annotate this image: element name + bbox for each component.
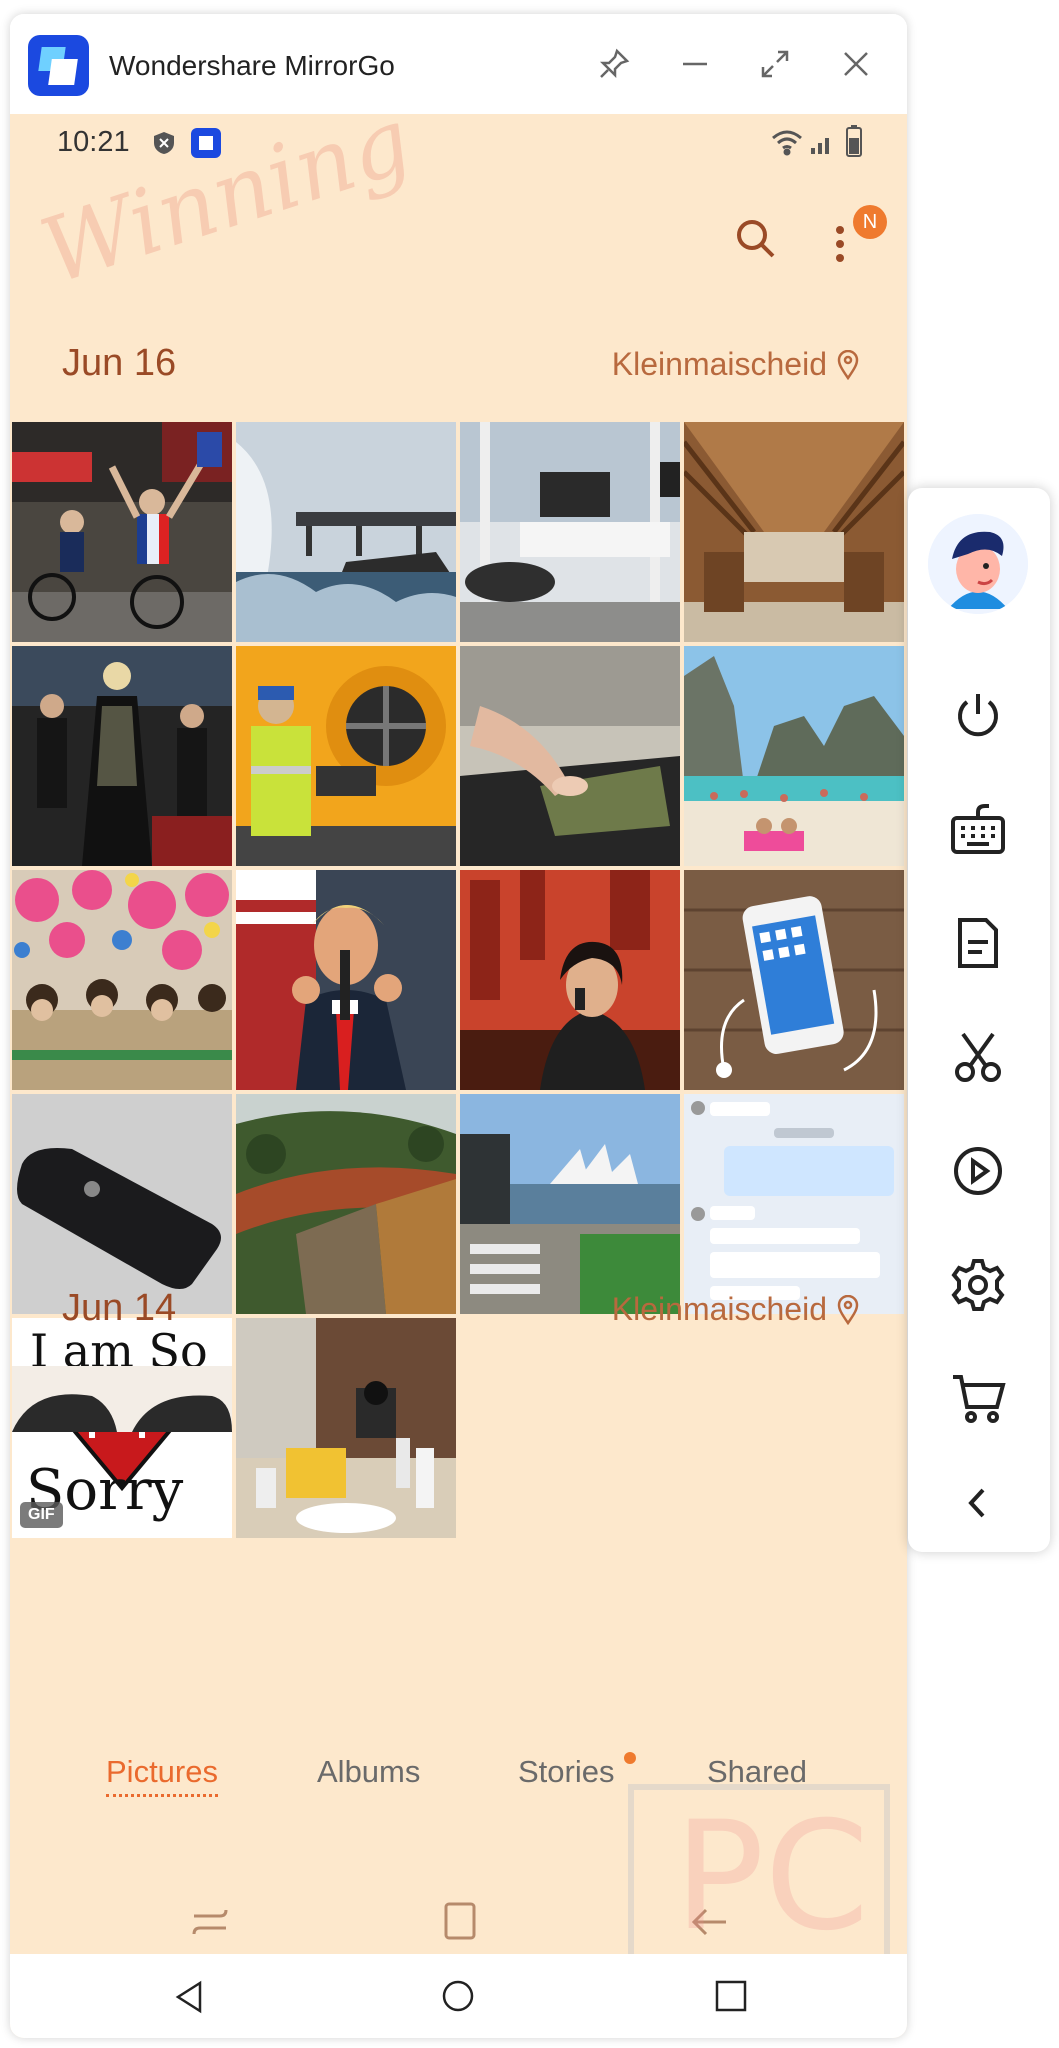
photo-hand-wallet[interactable]: [460, 646, 680, 866]
window-title: Wondershare MirrorGo: [109, 50, 395, 81]
keyboard-icon: [951, 804, 1005, 854]
maximize-button[interactable]: [755, 44, 795, 84]
photo-opera-house[interactable]: [460, 1094, 680, 1314]
section-date-jun16: Jun 16: [62, 342, 177, 384]
system-nav-bar: [10, 1954, 907, 2038]
cart-button[interactable]: [943, 1364, 1013, 1434]
power-button[interactable]: [943, 680, 1013, 750]
chevron-left-icon: [968, 1488, 985, 1518]
status-bar: 10:21: [10, 114, 907, 174]
wifi-icon: [772, 130, 802, 156]
stories-dot: [624, 1752, 636, 1764]
minimize-icon: [683, 62, 707, 66]
circle-home-icon[interactable]: [440, 1978, 476, 2014]
more-options-icon[interactable]: [830, 222, 850, 266]
user-avatar[interactable]: [928, 514, 1028, 614]
recents-icon[interactable]: [190, 1902, 230, 1942]
keyboard-button[interactable]: [943, 794, 1013, 864]
section-location-jun16[interactable]: Kleinmaischeid: [612, 346, 859, 383]
document-icon: [958, 918, 998, 968]
location-label: Kleinmaischeid: [611, 346, 827, 382]
search-icon[interactable]: [733, 216, 779, 262]
document-button[interactable]: [943, 908, 1013, 978]
battery-icon: [846, 125, 862, 157]
photo-train-bridge[interactable]: [236, 1094, 456, 1314]
collapse-button[interactable]: [943, 1468, 1013, 1538]
triangle-back-icon[interactable]: [174, 1980, 204, 2014]
side-toolbar: [908, 488, 1050, 1552]
settings-button[interactable]: [943, 1250, 1013, 1320]
close-icon: [844, 52, 868, 76]
phone-screen: 10:21 N Winning Jun 16 Kleinmaischeid I …: [10, 114, 907, 2038]
section-date-jun14: Jun 14: [62, 1287, 177, 1329]
tab-pictures[interactable]: Pictures: [106, 1754, 218, 1797]
tab-albums[interactable]: Albums: [317, 1754, 420, 1790]
shield-icon: [154, 132, 174, 154]
section-location-jun14[interactable]: Kleinmaischeid: [612, 1291, 859, 1328]
status-time: 10:21: [57, 126, 130, 158]
scissors-icon: [955, 1032, 1001, 1082]
photo-chat-screenshot[interactable]: [684, 1094, 904, 1314]
photo-cycling-race[interactable]: [12, 422, 232, 642]
signal-icon: [811, 138, 829, 154]
location-pin-icon: [837, 1294, 859, 1325]
square-recents-icon[interactable]: [714, 1978, 748, 2014]
photo-woman-phone-red[interactable]: [460, 870, 680, 1090]
expand-icon: [761, 50, 789, 78]
location-label: Kleinmaischeid: [611, 1291, 827, 1327]
minimize-button[interactable]: [675, 44, 715, 84]
photo-children-balloons[interactable]: [12, 870, 232, 1090]
pin-icon: [599, 48, 630, 79]
photo-worker-machine[interactable]: [236, 646, 456, 866]
power-icon: [958, 694, 998, 737]
record-button[interactable]: [943, 1136, 1013, 1206]
mirrorgo-window: Wondershare MirrorGo 10:21 N Winning Jun: [10, 14, 907, 2038]
cart-icon: [953, 1375, 1006, 1423]
app-logo-icon: [28, 35, 89, 96]
photo-partial-jun14[interactable]: [12, 1366, 232, 1432]
gif-badge: GIF: [20, 1502, 63, 1528]
photo-living-room[interactable]: [460, 422, 680, 642]
location-pin-icon: [837, 349, 859, 380]
photo-smartphone-earphones[interactable]: [684, 870, 904, 1090]
photo-black-phone[interactable]: [12, 1094, 232, 1314]
gear-icon: [951, 1259, 1005, 1311]
notification-badge: N: [853, 205, 887, 239]
photo-wood-atrium[interactable]: [684, 422, 904, 642]
photo-red-carpet[interactable]: [12, 646, 232, 866]
title-bar: Wondershare MirrorGo: [10, 14, 907, 114]
photo-mirror-selfie[interactable]: [236, 1318, 456, 1538]
photo-speaker-podium[interactable]: [236, 870, 456, 1090]
home-icon[interactable]: [440, 1900, 480, 1944]
tab-stories[interactable]: Stories: [518, 1754, 614, 1790]
screenshot-button[interactable]: [943, 1022, 1013, 1092]
pin-button[interactable]: [594, 44, 634, 84]
gesture-nav-bar: PC: [10, 1784, 907, 2014]
close-button[interactable]: [836, 44, 876, 84]
photo-beach-cliffs[interactable]: [684, 646, 904, 866]
photo-waves-pier[interactable]: [236, 422, 456, 642]
play-icon: [954, 1147, 1002, 1195]
